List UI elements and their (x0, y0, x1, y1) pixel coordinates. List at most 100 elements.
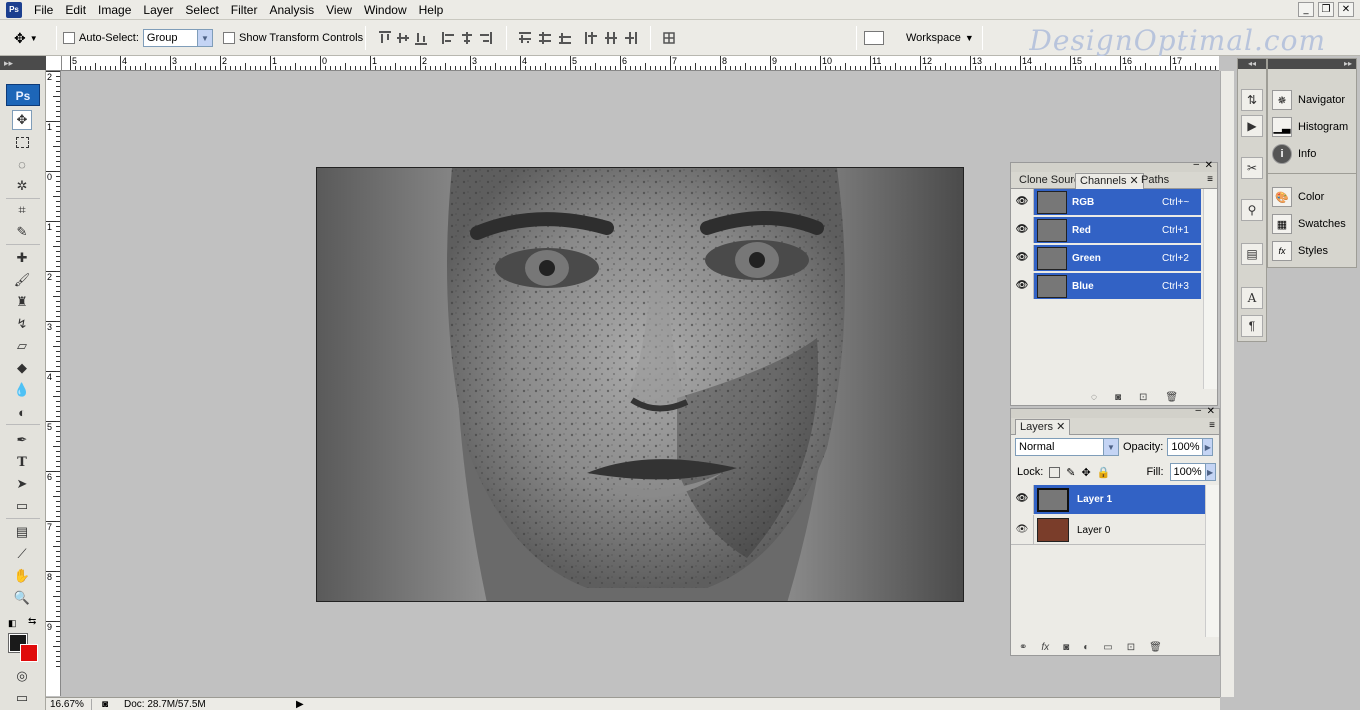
eye-icon[interactable]: 👁 (1015, 195, 1029, 209)
swap-colors-icon[interactable]: ⇆ (28, 616, 36, 627)
new-channel-icon[interactable]: ⊡ (1139, 392, 1147, 403)
channel-row-red[interactable]: 👁 Red Ctrl+1 (1011, 217, 1201, 244)
ruler-origin[interactable] (46, 56, 62, 71)
align-vertical-centers-icon[interactable] (396, 31, 410, 45)
delete-layer-icon[interactable]: 🗑 (1149, 642, 1162, 653)
tab-layers[interactable]: Layers ✕ (1015, 419, 1071, 435)
actions-panel-icon[interactable]: ▶ (1241, 115, 1263, 137)
layer-style-icon[interactable]: fx (1041, 642, 1049, 653)
slice-tool-icon[interactable]: ✎ (12, 222, 32, 242)
delete-channel-icon[interactable]: 🗑 (1165, 392, 1178, 403)
restore-button[interactable]: ❐ (1318, 2, 1334, 17)
pen-tool-icon[interactable]: ✒ (12, 430, 32, 450)
crop-tool-icon[interactable]: ⌗ (12, 200, 32, 220)
close-panel-icon[interactable]: ✕ (1207, 406, 1215, 417)
canvas-vertical-scrollbar[interactable] (1220, 71, 1234, 697)
horizontal-ruler[interactable]: 5 4 3 2 1 0 1 2 3 4 5 6 7 8 9 10 11 12 13 14 15 16 17 (62, 56, 1219, 71)
type-tool-icon[interactable]: T (12, 452, 32, 472)
minimize-panel-icon[interactable]: – (1193, 159, 1199, 170)
minimize-button[interactable]: _ (1298, 2, 1314, 17)
link-layers-icon[interactable]: ⚭ (1019, 642, 1027, 653)
fill-field[interactable]: 100% ▶ (1169, 463, 1216, 481)
menu-image[interactable]: Image (92, 0, 137, 20)
channel-row-green[interactable]: 👁 Green Ctrl+2 (1011, 245, 1201, 272)
zoom-level[interactable]: 16.67% (46, 698, 92, 710)
auto-align-layers-icon[interactable] (662, 31, 676, 45)
shape-tool-icon[interactable]: ▭ (12, 496, 32, 516)
chevron-right-icon[interactable]: ▶ (1202, 439, 1213, 455)
lock-position-icon[interactable]: ✥ (1082, 466, 1091, 479)
new-group-icon[interactable]: ▭ (1103, 642, 1112, 653)
layer-row-1[interactable]: 👁 Layer 1 (1011, 485, 1205, 514)
lock-transparency-icon[interactable] (1049, 466, 1061, 478)
align-left-edges-icon[interactable] (442, 31, 456, 45)
adjustment-layer-icon[interactable]: ◐ (1083, 642, 1089, 653)
lock-pixels-icon[interactable]: ✎ (1066, 466, 1075, 479)
move-tool-preset-picker[interactable]: ✥ ▼ (14, 29, 38, 47)
blur-tool-icon[interactable]: 💧 (12, 380, 32, 400)
character-panel-icon[interactable]: A (1241, 287, 1263, 309)
path-selection-tool-icon[interactable]: ➤ (12, 474, 32, 494)
paint-bucket-tool-icon[interactable]: ◆ (12, 358, 32, 378)
lock-all-icon[interactable]: 🔒 (1097, 466, 1111, 479)
eye-icon[interactable]: 👁 (1015, 251, 1029, 265)
layer-comps-icon[interactable]: ▤ (1241, 243, 1263, 265)
dodge-tool-icon[interactable]: ◐ (12, 402, 32, 422)
menu-select[interactable]: Select (179, 0, 224, 20)
status-menu-arrow-icon[interactable]: ▶ (296, 699, 304, 710)
document-canvas[interactable] (316, 167, 964, 602)
dock-grip[interactable]: ◂◂ (1238, 59, 1266, 69)
align-top-edges-icon[interactable] (378, 31, 392, 45)
menu-view[interactable]: View (320, 0, 358, 20)
collapse-toolbox-icon[interactable]: ▸▸ (0, 56, 46, 70)
clone-stamp-tool-icon[interactable]: ♜ (12, 292, 32, 312)
auto-select-checkbox[interactable] (63, 32, 75, 44)
workspace-menu[interactable]: Workspace ▼ (906, 29, 974, 47)
close-panel-icon[interactable]: ✕ (1205, 160, 1213, 171)
opacity-field[interactable]: 100% ▶ (1167, 438, 1214, 456)
tool-presets-icon[interactable]: ✂ (1241, 157, 1263, 179)
show-transform-checkbox[interactable] (223, 32, 235, 44)
save-selection-channel-icon[interactable]: ◙ (1115, 392, 1121, 403)
history-brush-tool-icon[interactable]: ↯ (12, 314, 32, 334)
align-right-edges-icon[interactable] (478, 31, 492, 45)
channel-row-rgb[interactable]: 👁 RGB Ctrl+~ (1011, 189, 1201, 216)
eye-icon[interactable]: 👁 (1015, 223, 1029, 237)
distribute-right-icon[interactable] (624, 31, 638, 45)
distribute-top-icon[interactable] (518, 31, 532, 45)
zoom-tool-icon[interactable]: 🔍 (12, 588, 32, 608)
brush-tool-icon[interactable]: 🖌 (12, 270, 32, 290)
dock-info[interactable]: i Info (1272, 143, 1316, 165)
channel-row-blue[interactable]: 👁 Blue Ctrl+3 (1011, 273, 1201, 300)
distribute-hcenter-icon[interactable] (604, 31, 618, 45)
brushes-panel-icon[interactable]: ⚲ (1241, 199, 1263, 221)
align-bottom-edges-icon[interactable] (414, 31, 428, 45)
dock-navigator[interactable]: ✵ Navigator (1272, 89, 1345, 111)
auto-select-dropdown[interactable]: Group ▼ (142, 29, 213, 47)
status-icon[interactable]: ◙ (98, 699, 112, 710)
dock-grip[interactable]: ▸▸ (1268, 59, 1356, 69)
close-button[interactable]: ✕ (1338, 2, 1354, 17)
healing-brush-tool-icon[interactable]: ✚ (12, 248, 32, 268)
vertical-ruler[interactable]: 2 1 0 1 2 3 4 5 6 7 8 9 (46, 71, 61, 696)
chevron-right-icon[interactable]: ▶ (1204, 464, 1215, 480)
panel-menu-icon[interactable]: ≡ (1209, 420, 1215, 431)
eye-icon[interactable]: 👁 (1015, 523, 1029, 537)
channels-scrollbar[interactable] (1203, 189, 1217, 389)
tab-clone-source[interactable]: Clone Sourc (1015, 173, 1084, 189)
eye-icon[interactable]: 👁 (1015, 492, 1029, 506)
quick-mask-icon[interactable]: ◎ (12, 666, 32, 686)
close-tab-icon[interactable]: ✕ (1056, 421, 1065, 433)
new-layer-icon[interactable]: ⊡ (1127, 642, 1135, 653)
menu-analysis[interactable]: Analysis (263, 0, 320, 20)
move-tool-icon[interactable]: ✥ (12, 110, 32, 130)
dock-color[interactable]: 🎨 Color (1272, 186, 1324, 208)
workspace-switcher-icon[interactable] (864, 29, 884, 47)
menu-filter[interactable]: Filter (225, 0, 264, 20)
eraser-tool-icon[interactable]: ▱ (12, 336, 32, 356)
hand-tool-icon[interactable]: ✋ (12, 566, 32, 586)
tab-paths[interactable]: Paths (1137, 173, 1173, 189)
dock-swatches[interactable]: ▦ Swatches (1272, 213, 1346, 235)
minimize-panel-icon[interactable]: – (1195, 405, 1201, 416)
load-channel-selection-icon[interactable]: ◌ (1091, 392, 1097, 403)
